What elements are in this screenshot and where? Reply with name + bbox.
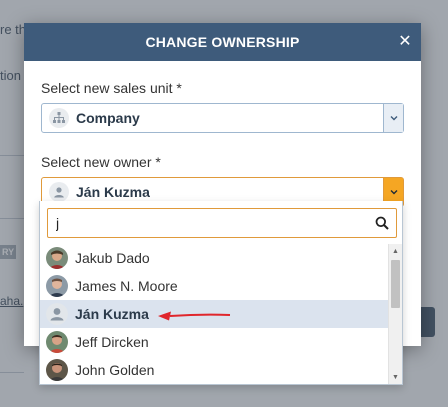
sales-unit-label: Select new sales unit * [41, 80, 182, 96]
search-icon[interactable] [368, 216, 396, 230]
chevron-down-icon[interactable] [383, 104, 403, 132]
scroll-down-icon[interactable]: ▼ [389, 370, 402, 384]
annotation-arrow-icon [158, 311, 231, 321]
owner-search-input[interactable] [56, 210, 368, 236]
close-button[interactable]: ✕ [393, 30, 417, 54]
avatar [46, 247, 68, 269]
list-item[interactable]: Jakub Dado [40, 244, 388, 272]
user-icon [49, 182, 69, 202]
user-icon [46, 303, 68, 325]
avatar [46, 359, 68, 381]
modal-title: CHANGE OWNERSHIP [145, 34, 300, 50]
list-item-label: John Golden [75, 362, 155, 378]
avatar [46, 331, 68, 353]
owner-dropdown: Jakub Dado James N. Moore [39, 201, 403, 385]
dropdown-scrollbar[interactable]: ▲ ▼ [388, 244, 402, 384]
sales-unit-value: Company [76, 110, 140, 126]
list-item[interactable]: Jeff Dircken [40, 328, 388, 356]
scrollbar-thumb[interactable] [391, 260, 400, 308]
close-icon: ✕ [398, 33, 412, 50]
list-item-label: Ján Kuzma [75, 306, 149, 322]
owner-search-box [47, 208, 397, 238]
list-item-label: James N. Moore [75, 278, 178, 294]
list-item[interactable]: John Golden [40, 356, 388, 384]
list-item-label: Jeff Dircken [75, 334, 149, 350]
owner-label: Select new owner * [41, 154, 161, 170]
scroll-up-icon[interactable]: ▲ [389, 244, 402, 258]
list-item-label: Jakub Dado [75, 250, 150, 266]
avatar [46, 275, 68, 297]
modal-header: CHANGE OWNERSHIP ✕ [24, 23, 421, 61]
sales-unit-select[interactable]: Company [41, 103, 404, 133]
org-chart-icon [49, 108, 69, 128]
list-item[interactable]: James N. Moore [40, 272, 388, 300]
